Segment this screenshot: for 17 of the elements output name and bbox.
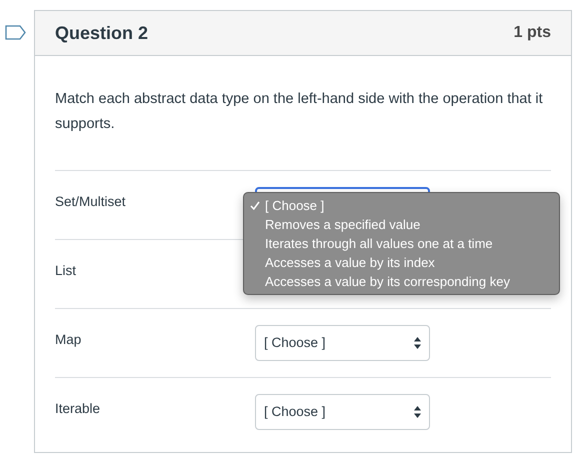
term-label: Iterable <box>55 400 102 418</box>
question-prompt: Match each abstract data type on the left-hand side with the operation that it supports. <box>55 90 544 134</box>
dropdown-option[interactable]: Iterates through all values one at a time <box>265 234 493 254</box>
dropdown-option[interactable]: [ Choose ] <box>265 196 324 216</box>
dropdown-option[interactable]: Accesses a value by its corresponding key <box>265 272 510 292</box>
term-label: List <box>55 262 78 280</box>
flag-icon[interactable] <box>5 25 26 40</box>
question-title: Question 2 <box>55 22 148 44</box>
updown-arrows-icon <box>414 337 421 349</box>
points-label: 1 pts <box>514 23 551 43</box>
dropdown-option[interactable]: Removes a specified value <box>265 214 420 234</box>
term-label: Map <box>55 331 82 349</box>
updown-arrows-icon <box>414 406 421 418</box>
dropdown-option[interactable]: Accesses a value by its index <box>265 252 435 272</box>
select-field[interactable]: [ Choose ] <box>255 394 430 430</box>
select-field[interactable]: [ Choose ] <box>255 325 430 361</box>
term-label: Set/Multiset <box>55 193 127 211</box>
